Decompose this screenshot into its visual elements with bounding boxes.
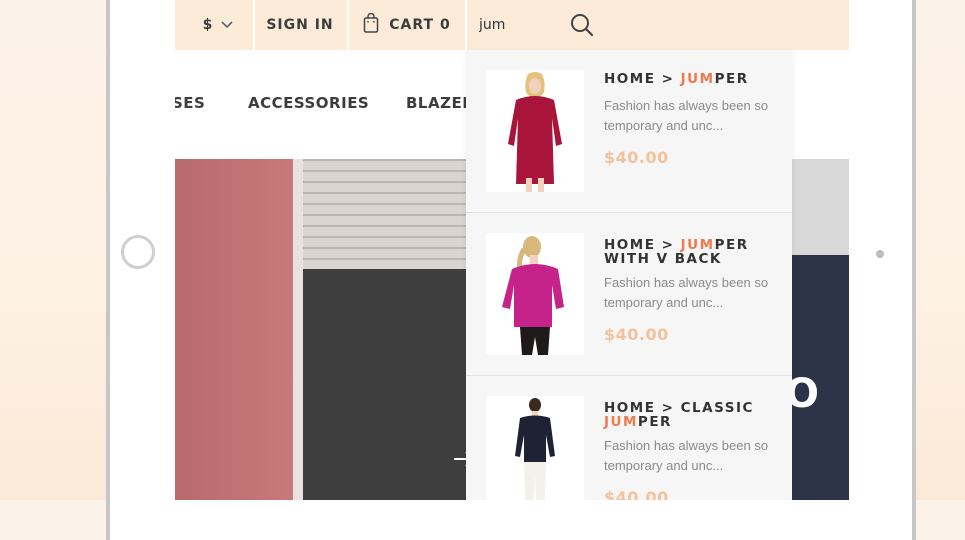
result-price: $40.00 (604, 488, 669, 500)
result-price: $40.00 (604, 148, 669, 167)
brick-wall (285, 159, 495, 269)
tablet-camera (876, 250, 884, 258)
search-result-item[interactable]: HOME > JUMPER WITH V BACK Fashion has al… (466, 213, 792, 376)
currency-label: $ (202, 17, 214, 33)
chevron-down-icon (221, 17, 233, 33)
nav-item-dresses[interactable]: SES (175, 94, 205, 112)
screen: $ SIGN IN CART 0 SES ACCESSORIES BLAZER (175, 0, 849, 500)
search-result-item[interactable]: HOME > JUMPER Fashion has always been so… (466, 50, 792, 213)
result-price: $40.00 (604, 325, 669, 344)
product-thumbnail[interactable] (486, 233, 584, 355)
result-description: Fashion has always been so temporary and… (604, 98, 769, 133)
search-input[interactable] (475, 13, 563, 37)
highlight-match: JUM (680, 71, 715, 87)
result-description: Fashion has always been so temporary and… (604, 275, 769, 310)
result-title[interactable]: HOME > JUMPER WITH V BACK (604, 238, 774, 266)
result-title[interactable]: HOME > JUMPER (604, 72, 774, 86)
product-thumbnail[interactable] (486, 396, 584, 500)
nav-item-accessories[interactable]: ACCESSORIES (248, 94, 369, 112)
top-bar: $ SIGN IN CART 0 (175, 0, 849, 50)
light-stripe (293, 159, 303, 500)
search-results-dropdown: HOME > JUMPER Fashion has always been so… (466, 50, 792, 500)
pink-panel (175, 159, 303, 500)
tablet-home-button[interactable] (121, 235, 155, 269)
highlight-match: JUM (604, 414, 638, 430)
result-title[interactable]: HOME > CLASSIC JUMPER (604, 401, 774, 429)
cart-label: CART (389, 17, 435, 33)
currency-selector[interactable]: $ (185, 0, 251, 50)
search-result-item[interactable]: HOME > CLASSIC JUMPER Fashion has always… (466, 376, 792, 500)
shopping-bag-icon (363, 12, 389, 37)
product-thumbnail[interactable] (486, 70, 584, 192)
sign-in-link[interactable]: SIGN IN (255, 0, 345, 50)
cart-count: 0 (440, 17, 451, 33)
nav-item-blazer[interactable]: BLAZER (406, 94, 474, 112)
cart-link[interactable]: CART 0 (349, 0, 465, 50)
search-icon[interactable] (569, 12, 595, 38)
result-description: Fashion has always been so temporary and… (604, 438, 769, 473)
divider (465, 0, 467, 50)
